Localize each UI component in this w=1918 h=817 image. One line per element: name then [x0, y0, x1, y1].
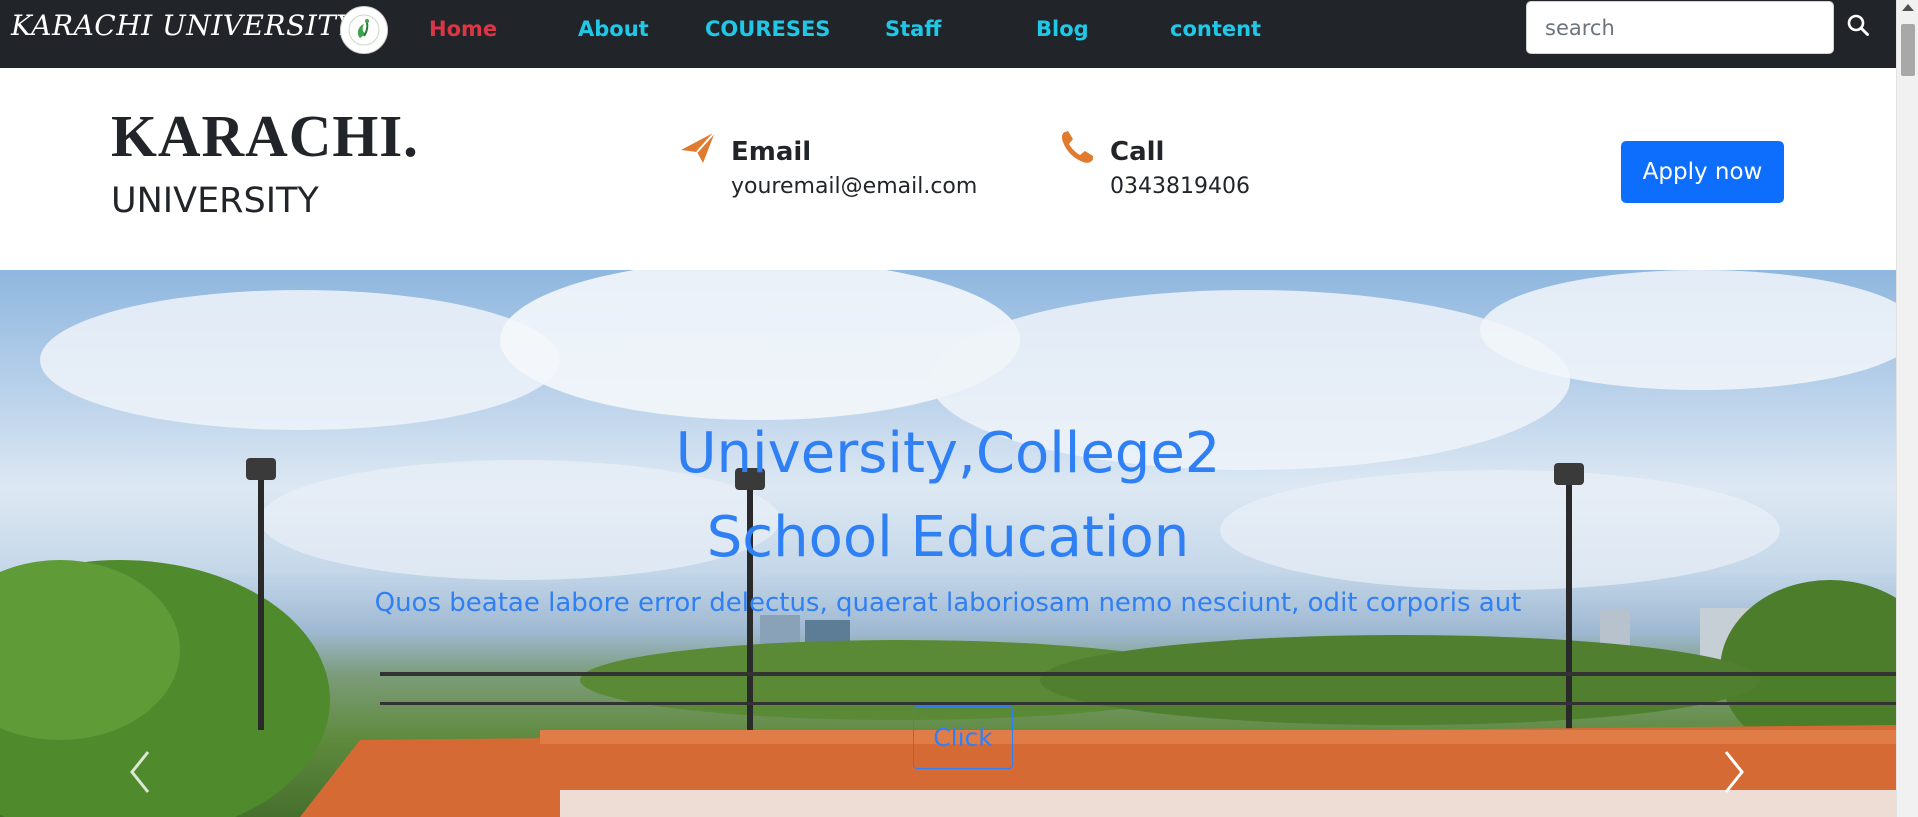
hero-heading-line2: School Education — [706, 505, 1190, 570]
hero-click-button[interactable]: Click — [913, 706, 1013, 769]
carousel-prev-button[interactable] — [120, 742, 160, 802]
top-navbar: KARACHI UNIVERSITY Home About COURESES S… — [0, 0, 1896, 68]
scroll-up-icon[interactable] — [1902, 4, 1914, 11]
search-button[interactable] — [1843, 8, 1873, 42]
carousel-next-button[interactable] — [1714, 742, 1754, 802]
apply-now-button[interactable]: Apply now — [1621, 141, 1784, 203]
brand-name[interactable]: KARACHI UNIVERSITY — [11, 8, 355, 44]
hero-heading-line1: University,College2 — [675, 421, 1221, 486]
paper-plane-icon — [681, 131, 716, 163]
call-value[interactable]: 0343819406 — [1110, 173, 1250, 201]
chevron-left-icon — [130, 751, 150, 793]
search-icon — [1847, 14, 1869, 36]
page-scrollbar[interactable] — [1896, 0, 1918, 817]
hero-paragraph: Quos beatae labore error delectus, quaer… — [374, 588, 1522, 618]
phone-icon — [1061, 131, 1093, 163]
email-label: Email — [731, 137, 812, 167]
chevron-right-icon — [1724, 751, 1744, 793]
search-input[interactable] — [1526, 1, 1834, 54]
email-value[interactable]: youremail@email.com — [731, 173, 977, 201]
university-logo-icon[interactable] — [340, 6, 388, 54]
scroll-thumb[interactable] — [1901, 24, 1915, 76]
site-title: KARACHI. — [111, 103, 419, 169]
nav-link-courses[interactable]: COURESES — [705, 14, 830, 44]
nav-link-blog[interactable]: Blog — [1036, 14, 1089, 44]
site-subtitle: UNIVERSITY — [111, 181, 319, 221]
hero-carousel: University,College2 School Education Quo… — [0, 270, 1896, 817]
nav-link-staff[interactable]: Staff — [885, 14, 941, 44]
call-label: Call — [1110, 137, 1165, 167]
header-info-band: KARACHI. UNIVERSITY Email youremail@emai… — [0, 68, 1896, 270]
nav-link-content[interactable]: content — [1170, 14, 1261, 44]
nav-link-about[interactable]: About — [578, 14, 649, 44]
nav-link-home[interactable]: Home — [429, 14, 497, 44]
